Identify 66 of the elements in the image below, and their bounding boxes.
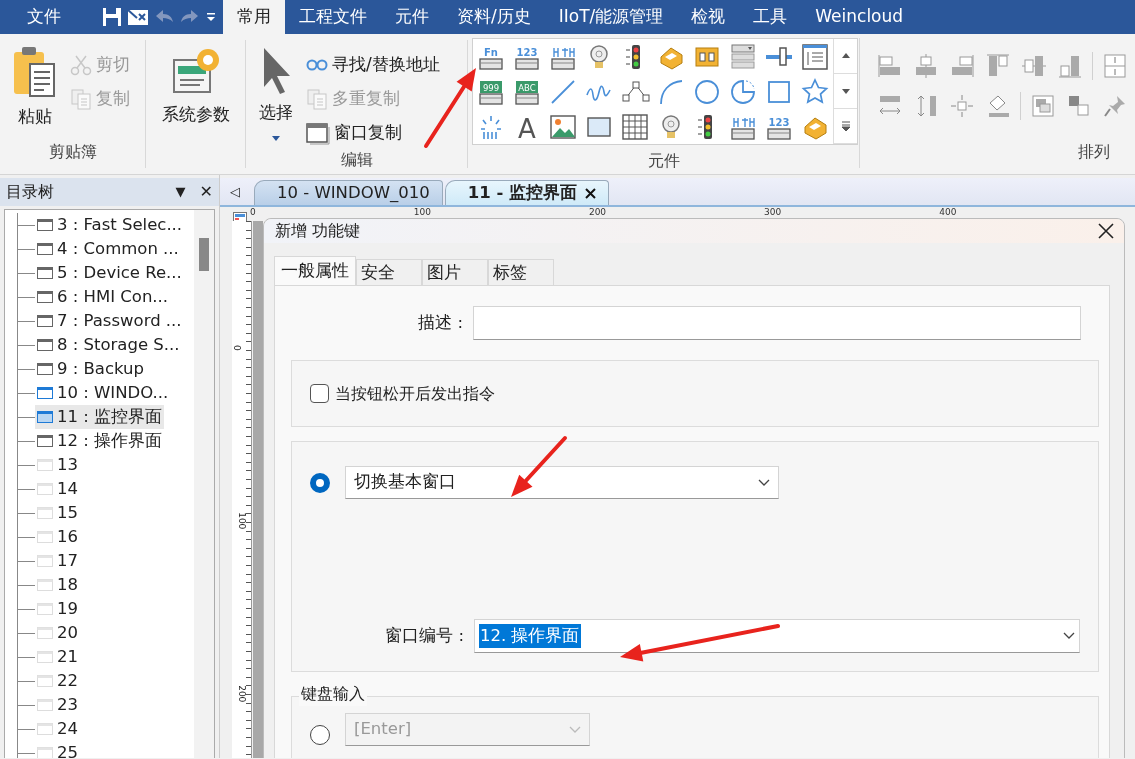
tree-item[interactable]: 18 xyxy=(35,572,80,598)
tree-item[interactable]: 21 xyxy=(35,644,80,670)
pointer-button[interactable]: 选择 xyxy=(254,44,298,148)
field-label: 描述 : xyxy=(417,311,463,334)
settings-button[interactable]: 系统参数 xyxy=(157,44,234,140)
tree-item[interactable]: 24 xyxy=(35,716,80,742)
tree-item[interactable]: 17 xyxy=(35,548,80,574)
file-menu[interactable]: 文件 xyxy=(0,0,81,34)
tree-item[interactable]: 16 xyxy=(35,524,80,550)
tree-item[interactable]: 7 : Password ... xyxy=(35,308,184,334)
ruler-label: 100 xyxy=(413,207,431,218)
find-replace-button[interactable]: 寻找/替换地址 xyxy=(304,50,442,80)
group-label: 剪贴簿 xyxy=(48,142,97,161)
group-label: 元件 xyxy=(647,151,680,170)
tree-item[interactable]: 4 : Common ... xyxy=(35,236,181,262)
ruler-label: 100 xyxy=(236,512,249,530)
tree-item[interactable]: 15 xyxy=(35,500,80,526)
clipboard-button[interactable]: 粘贴 xyxy=(8,44,62,140)
tree-item[interactable]: 6 : HMI Con... xyxy=(35,284,171,310)
ribbon-tab[interactable]: 工程文件 xyxy=(285,0,381,34)
group-label: 排列 xyxy=(1078,142,1110,161)
ruler-label: 0 xyxy=(230,344,243,351)
dialog-title: 新增 功能键 xyxy=(275,220,361,242)
window-button[interactable]: 窗口复制 xyxy=(304,118,442,148)
ribbon-tab[interactable]: 检视 xyxy=(677,0,740,34)
ruler-label: 400 xyxy=(939,207,957,218)
ribbon-tab[interactable]: 元件 xyxy=(381,0,443,34)
dropdown[interactable]: 切换基本窗口 xyxy=(345,466,779,499)
tree-item[interactable]: 5 : Device Re... xyxy=(35,260,184,286)
ribbon-tab[interactable]: 常用 xyxy=(223,0,285,34)
ribbon-tab[interactable]: IIoT/能源管理 xyxy=(544,0,678,34)
ruler-label: 200 xyxy=(588,207,607,218)
tree-item[interactable]: 23 xyxy=(35,692,80,718)
tree-item[interactable]: 8 : Storage S... xyxy=(35,332,182,358)
field-label: 窗口编号 : xyxy=(384,624,464,647)
tree-item[interactable]: 20 xyxy=(35,620,80,646)
checkbox-label: 当按钮松开后发出指令 xyxy=(335,382,495,405)
ribbon-tab[interactable]: Weincloud xyxy=(801,0,918,34)
panel-title: 目录树 xyxy=(6,181,55,203)
editor-tab[interactable]: 10 - WINDOW_010 xyxy=(254,180,443,205)
ribbon-tab[interactable]: 资料/历史 xyxy=(443,0,545,34)
tree-item[interactable]: 13 xyxy=(35,452,80,478)
tree-item[interactable]: 19 xyxy=(35,596,80,622)
group-label: 编辑 xyxy=(340,150,373,169)
tree-item[interactable]: 22 xyxy=(35,668,80,694)
ribbon-tab[interactable]: 工具 xyxy=(739,0,802,34)
editor-tab[interactable]: 11 - 监控界面 xyxy=(444,180,610,205)
tree-item[interactable]: 9 : Backup xyxy=(35,356,147,382)
tree-item[interactable]: 11 : 监控界面 xyxy=(35,404,165,430)
dialog-tab[interactable]: 图片 xyxy=(422,259,488,285)
tab-scroll-button[interactable]: ◁ xyxy=(230,181,240,202)
tree-item[interactable]: 25 xyxy=(35,740,80,758)
dialog-tab[interactable]: 一般属性 xyxy=(274,256,356,285)
collapse-button[interactable]: ▼ xyxy=(175,182,186,202)
dropdown[interactable]: 12. 操作界面 xyxy=(474,619,1080,653)
ruler-label: 300 xyxy=(764,207,782,218)
tree-item[interactable]: 12 : 操作界面 xyxy=(35,428,165,454)
dialog-tab[interactable]: 标签 xyxy=(488,259,554,285)
tree-item[interactable]: 14 xyxy=(35,476,80,502)
dialog-tab[interactable]: 安全 xyxy=(356,259,422,285)
text-icon[interactable]: A xyxy=(512,111,542,142)
tree-item[interactable]: 3 : Fast Selec... xyxy=(35,212,185,238)
ruler-label: 0 xyxy=(250,207,256,218)
ruler-label: 200 xyxy=(236,685,249,703)
close-button[interactable]: ✕ xyxy=(199,180,213,204)
tree-item[interactable]: 10 : WINDO... xyxy=(35,380,171,406)
